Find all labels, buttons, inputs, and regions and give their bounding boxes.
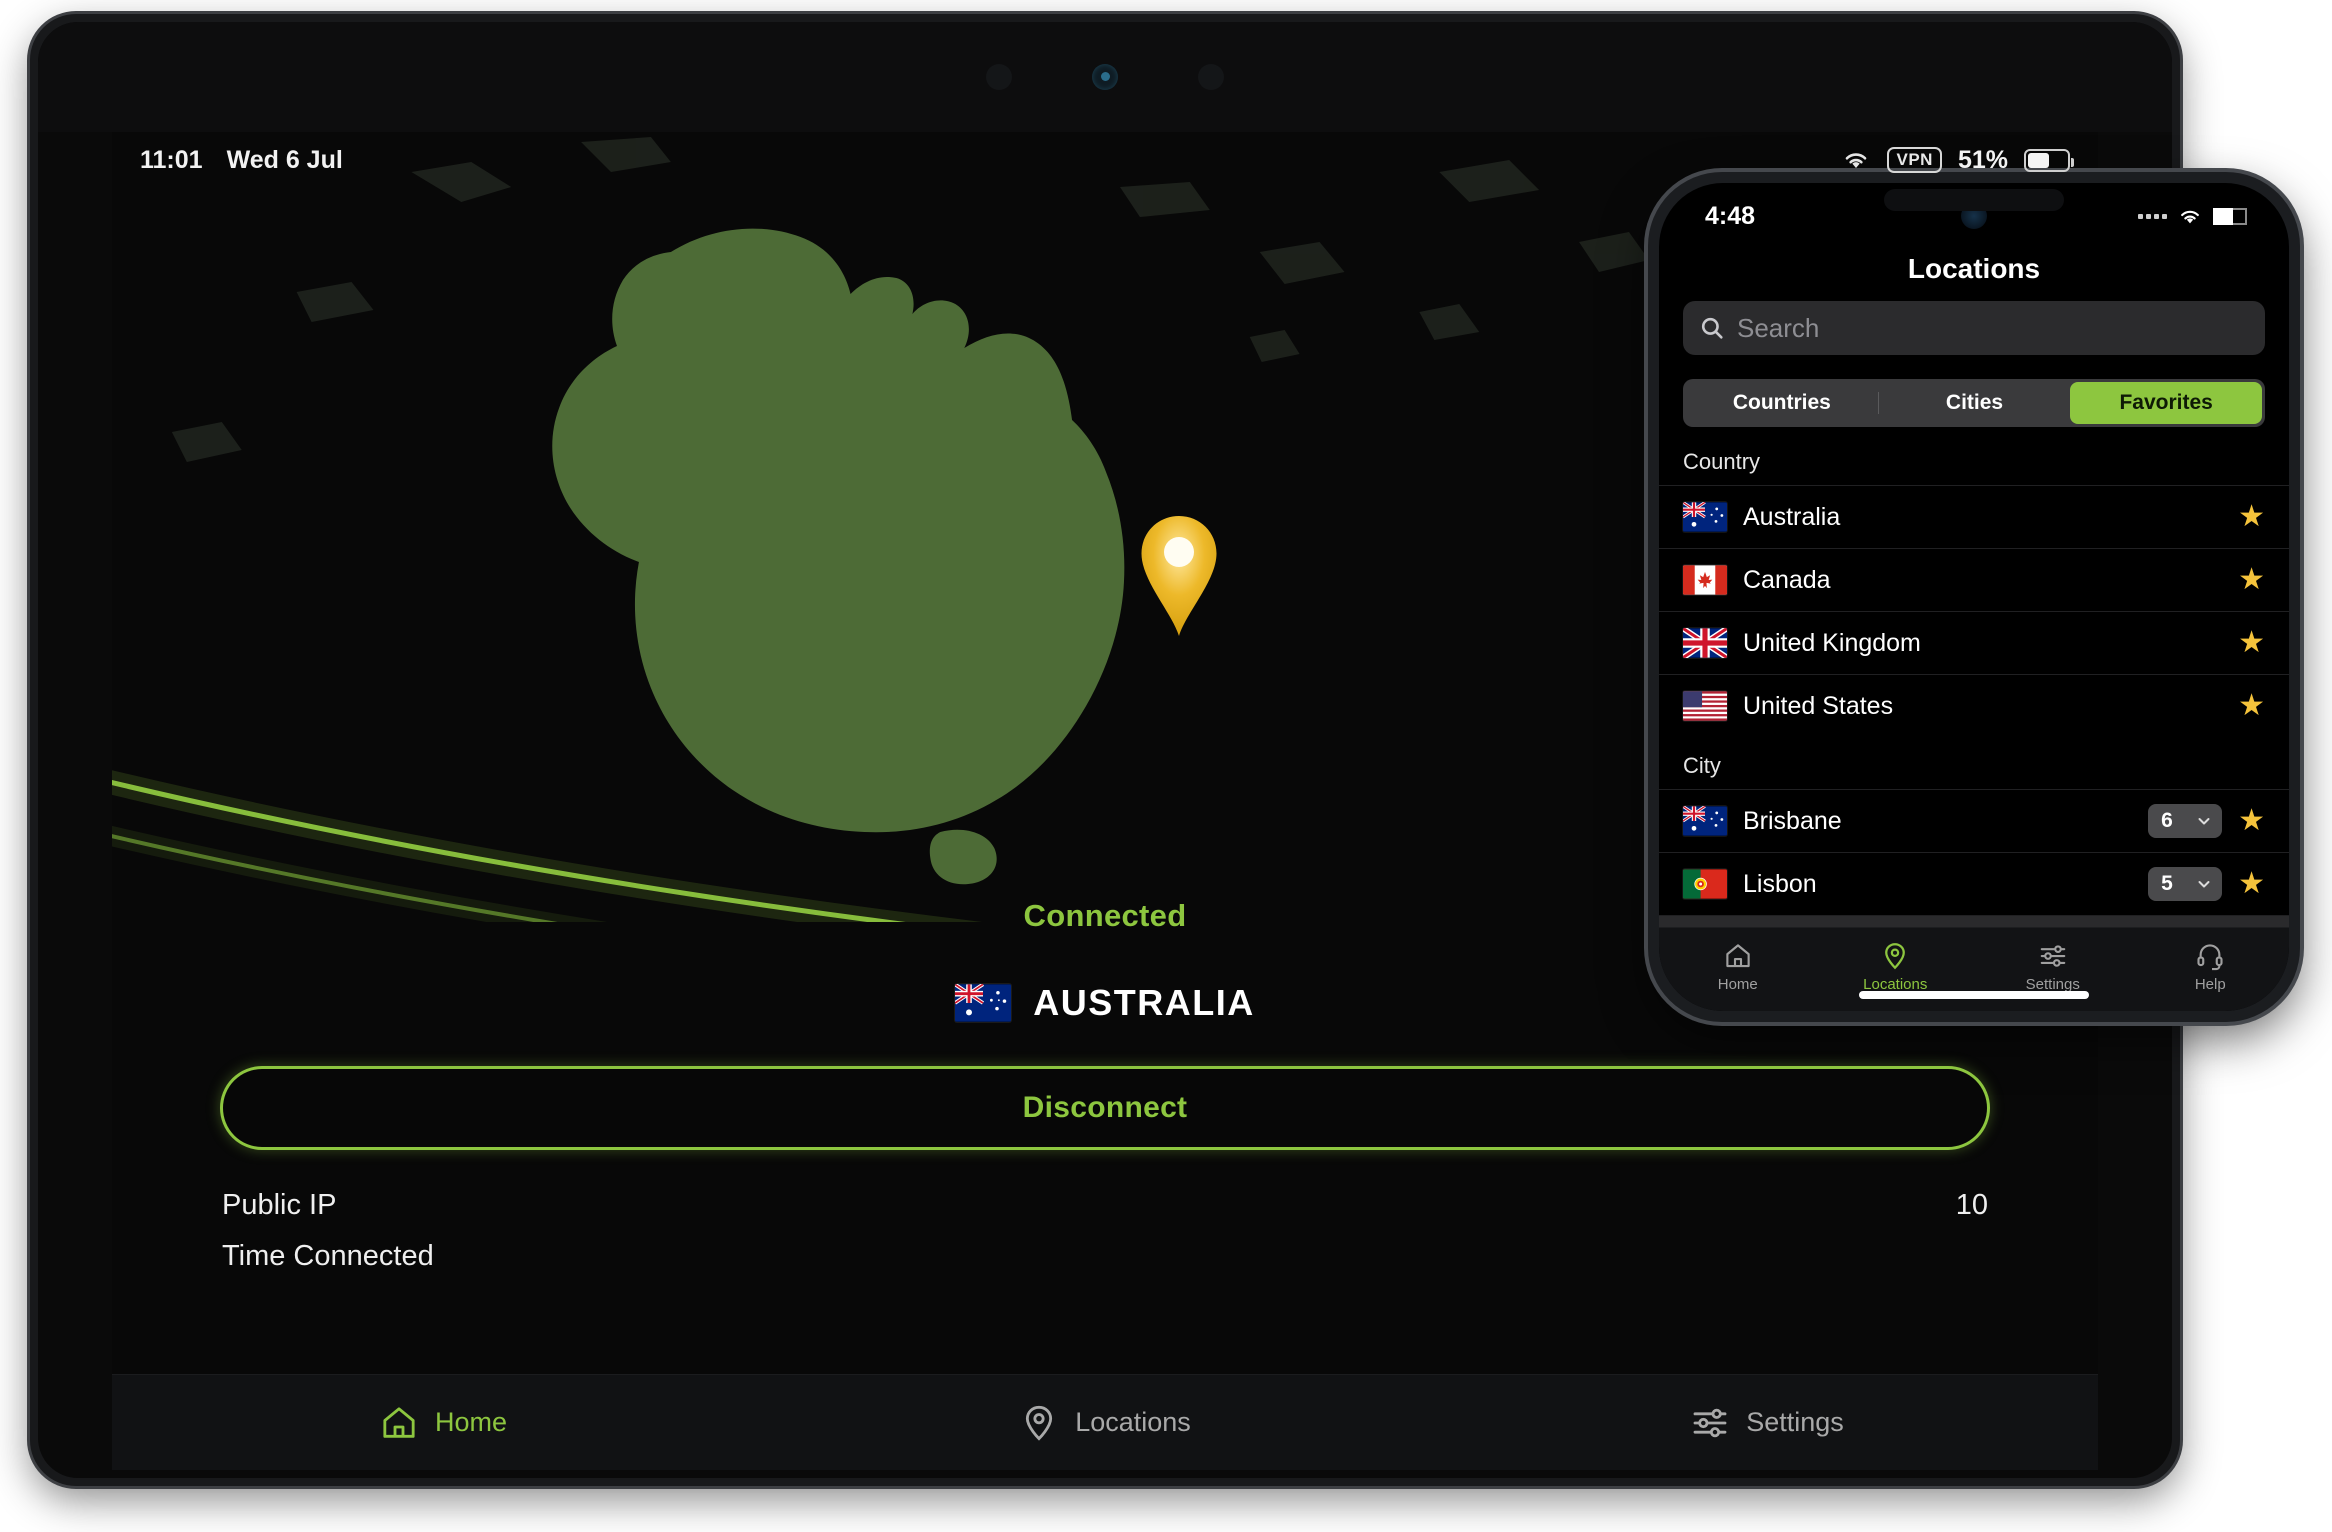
vpn-badge: VPN xyxy=(1887,147,1942,173)
map-pin-icon[interactable] xyxy=(1134,510,1224,642)
connected-country: AUSTRALIA xyxy=(955,982,1254,1024)
battery-icon xyxy=(2213,207,2247,225)
signal-dots-icon xyxy=(2138,213,2167,219)
connection-status: Connected xyxy=(1023,898,1187,933)
search-icon xyxy=(1701,317,1723,339)
public-ip-value: 10 xyxy=(1955,1189,1988,1221)
sensor-dot-icon xyxy=(986,64,1012,90)
battery-percent: 51% xyxy=(1957,145,2008,174)
tablet-tab-settings[interactable]: Settings xyxy=(1436,1403,2098,1443)
wifi-icon xyxy=(2181,210,2199,223)
server-count-value: 5 xyxy=(2161,872,2173,895)
country-name: United Kingdom xyxy=(1743,628,1921,657)
country-name: United States xyxy=(1743,691,1894,720)
server-count-value: 6 xyxy=(2161,809,2173,832)
status-date: Wed 6 Jul xyxy=(226,145,343,174)
connected-country-label: AUSTRALIA xyxy=(1033,982,1255,1023)
favorite-star-icon[interactable]: ★ xyxy=(2238,691,2265,721)
phone-tab-help-label: Help xyxy=(2194,975,2226,993)
tablet-tab-home[interactable]: Home xyxy=(112,1403,774,1443)
time-connected-label: Time Connected xyxy=(222,1240,434,1272)
status-time: 11:01 xyxy=(140,145,203,174)
list-item-country-united-states[interactable]: United States ★ xyxy=(1659,674,2289,737)
section-header-city: City xyxy=(1683,753,1721,778)
chevron-down-icon xyxy=(2198,881,2210,888)
home-icon xyxy=(383,1406,415,1438)
sensor-dot-icon xyxy=(1198,64,1224,90)
favorite-star-icon[interactable]: ★ xyxy=(2238,869,2265,899)
country-name: Canada xyxy=(1743,565,1831,594)
public-ip-label: Public IP xyxy=(222,1189,337,1221)
favorite-star-icon[interactable]: ★ xyxy=(2238,502,2265,532)
tablet-tab-bar: Home Locations Settings xyxy=(112,1374,2098,1470)
segment-countries[interactable]: Countries xyxy=(1686,382,1878,424)
map-pin-icon xyxy=(1026,1405,1053,1441)
flag-us-icon xyxy=(1683,691,1727,721)
list-item-country-australia[interactable]: Australia ★ xyxy=(1659,485,2289,548)
flag-australia-icon xyxy=(955,984,1012,1022)
info-row-public-ip: Public IP 10 xyxy=(220,1180,1990,1231)
phone-notch xyxy=(1884,189,2064,211)
segment-favorites[interactable]: Favorites xyxy=(2070,382,2263,424)
info-row-time-connected: Time Connected xyxy=(220,1231,1990,1282)
country-name: Australia xyxy=(1743,502,1841,531)
segment-cities[interactable]: Cities xyxy=(1879,382,2071,424)
tablet-tab-home-label: Home xyxy=(434,1407,508,1437)
phone-status-time: 4:48 xyxy=(1705,201,1756,230)
headset-icon xyxy=(2197,943,2223,970)
tablet-tab-locations[interactable]: Locations xyxy=(774,1403,1436,1443)
front-camera-icon xyxy=(1092,64,1118,90)
flag-australia-icon xyxy=(1683,502,1727,532)
section-header-country: Country xyxy=(1683,449,1761,474)
flag-canada-icon xyxy=(1683,565,1727,595)
tablet-camera-bar xyxy=(38,22,2172,132)
list-item-country-canada[interactable]: Canada ★ xyxy=(1659,548,2289,611)
chevron-down-icon xyxy=(2198,818,2210,825)
search-input[interactable]: Search xyxy=(1737,313,1819,344)
wifi-icon xyxy=(1846,153,1867,168)
connection-info-list: Public IP 10 Time Connected xyxy=(220,1180,1990,1282)
battery-icon xyxy=(2024,148,2074,172)
disconnect-button[interactable]: Disconnect xyxy=(220,1066,1990,1150)
favorite-star-icon[interactable]: ★ xyxy=(2238,565,2265,595)
page-title: Locations xyxy=(1907,253,2041,284)
phone-tab-help[interactable]: Help xyxy=(2132,941,2290,993)
flag-uk-icon xyxy=(1683,628,1727,658)
tablet-tab-locations-label: Locations xyxy=(1075,1407,1191,1437)
favorite-star-icon[interactable]: ★ xyxy=(2238,628,2265,658)
segmented-control: Countries Cities Favorites xyxy=(1683,379,2265,427)
screenshot-stage: 11:01 Wed 6 Jul VPN 51% Connected AUSTRA… xyxy=(0,0,2332,1532)
list-item-country-united-kingdom[interactable]: United Kingdom ★ xyxy=(1659,611,2289,674)
sliders-icon xyxy=(1693,1408,1727,1437)
tablet-status-bar: 11:01 Wed 6 Jul VPN 51% xyxy=(112,132,2098,188)
favorite-star-icon[interactable]: ★ xyxy=(2238,806,2265,836)
search-bar[interactable]: Search xyxy=(1683,301,2265,355)
server-count-dropdown[interactable]: 5 xyxy=(2148,867,2223,901)
server-count-dropdown[interactable]: 6 xyxy=(2148,804,2223,838)
tablet-tab-settings-label: Settings xyxy=(1746,1407,1844,1437)
connection-panel: Connected AUSTRALIA Disconnect Public IP… xyxy=(112,832,2098,1374)
home-indicator[interactable] xyxy=(1859,991,2089,999)
